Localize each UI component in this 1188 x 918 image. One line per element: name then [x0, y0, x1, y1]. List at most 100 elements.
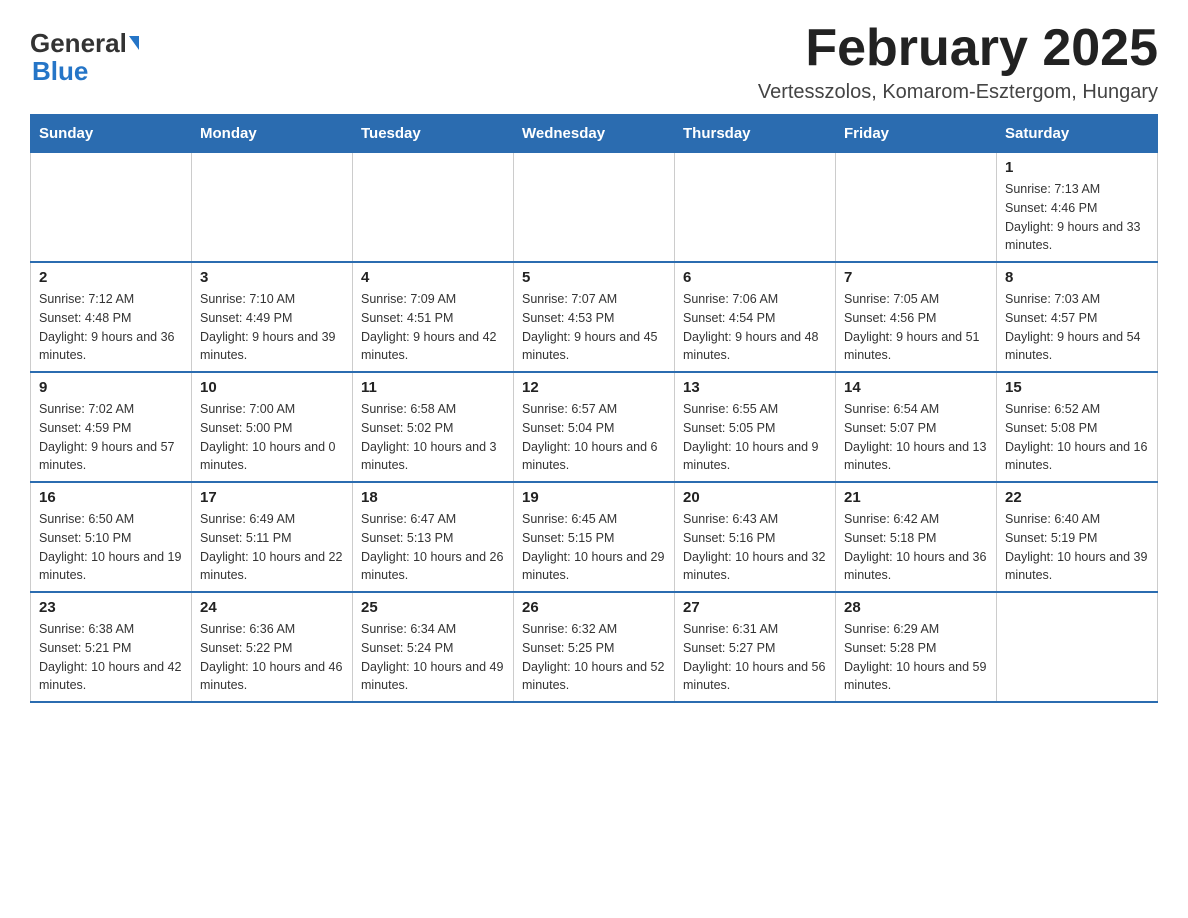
calendar-cell	[675, 153, 836, 263]
logo: General Blue	[30, 30, 139, 87]
day-number: 3	[200, 269, 344, 286]
day-number: 27	[683, 599, 827, 616]
day-info: Sunrise: 6:43 AMSunset: 5:16 PMDaylight:…	[683, 510, 827, 585]
calendar-cell	[353, 153, 514, 263]
day-info: Sunrise: 7:12 AMSunset: 4:48 PMDaylight:…	[39, 290, 183, 365]
calendar-cell: 3Sunrise: 7:10 AMSunset: 4:49 PMDaylight…	[192, 262, 353, 372]
day-info: Sunrise: 7:02 AMSunset: 4:59 PMDaylight:…	[39, 400, 183, 475]
calendar-header: SundayMondayTuesdayWednesdayThursdayFrid…	[31, 115, 1158, 153]
day-number: 2	[39, 269, 183, 286]
calendar-cell: 19 Sunrise: 6:45 AMSunset: 5:15 PMDayligh…	[514, 482, 675, 592]
calendar-cell: 20 Sunrise: 6:43 AMSunset: 5:16 PMDayligh…	[675, 482, 836, 592]
day-number: 4	[361, 269, 505, 286]
calendar-cell: 22Sunrise: 6:40 AMSunset: 5:19 PMDayligh…	[997, 482, 1158, 592]
day-info: Sunrise: 6:52 AMSunset: 5:08 PMDaylight:…	[1005, 400, 1149, 475]
calendar-cell: 21 Sunrise: 6:42 AMSunset: 5:18 PMDayligh…	[836, 482, 997, 592]
day-number: 25	[361, 599, 505, 616]
day-header-saturday: Saturday	[997, 115, 1158, 153]
day-info: Sunrise: 6:34 AMSunset: 5:24 PMDaylight:…	[361, 620, 505, 695]
day-info: Sunrise: 7:07 AMSunset: 4:53 PMDaylight:…	[522, 290, 666, 365]
week-row-4: 16 Sunrise: 6:50 AMSunset: 5:10 PMDayligh…	[31, 482, 1158, 592]
calendar-cell: 13 Sunrise: 6:55 AMSunset: 5:05 PMDayligh…	[675, 372, 836, 482]
day-info: Sunrise: 6:45 AMSunset: 5:15 PMDaylight:…	[522, 510, 666, 585]
day-number: 20	[683, 489, 827, 506]
calendar-cell	[997, 592, 1158, 702]
day-info: Sunrise: 6:42 AMSunset: 5:18 PMDaylight:…	[844, 510, 988, 585]
calendar-cell: 11 Sunrise: 6:58 AMSunset: 5:02 PMDayligh…	[353, 372, 514, 482]
calendar-cell: 15 Sunrise: 6:52 AMSunset: 5:08 PMDayligh…	[997, 372, 1158, 482]
day-number: 8	[1005, 269, 1149, 286]
day-info: Sunrise: 6:36 AMSunset: 5:22 PMDaylight:…	[200, 620, 344, 695]
day-info: Sunrise: 6:58 AMSunset: 5:02 PMDaylight:…	[361, 400, 505, 475]
week-row-5: 23Sunrise: 6:38 AMSunset: 5:21 PMDayligh…	[31, 592, 1158, 702]
day-info: Sunrise: 6:29 AMSunset: 5:28 PMDaylight:…	[844, 620, 988, 695]
day-info: Sunrise: 6:49 AMSunset: 5:11 PMDaylight:…	[200, 510, 344, 585]
calendar-cell: 1 Sunrise: 7:13 AMSunset: 4:46 PMDaylight…	[997, 153, 1158, 263]
calendar-title: February 2025	[758, 20, 1158, 77]
day-number: 12	[522, 379, 666, 396]
day-header-tuesday: Tuesday	[353, 115, 514, 153]
day-info: Sunrise: 6:38 AMSunset: 5:21 PMDaylight:…	[39, 620, 183, 695]
day-number: 14	[844, 379, 988, 396]
day-number: 7	[844, 269, 988, 286]
calendar-cell: 4 Sunrise: 7:09 AMSunset: 4:51 PMDaylight…	[353, 262, 514, 372]
logo-arrow-icon	[129, 36, 139, 50]
day-info: Sunrise: 7:00 AMSunset: 5:00 PMDaylight:…	[200, 400, 344, 475]
day-number: 5	[522, 269, 666, 286]
calendar-table: SundayMondayTuesdayWednesdayThursdayFrid…	[30, 114, 1158, 703]
week-row-1: 1 Sunrise: 7:13 AMSunset: 4:46 PMDaylight…	[31, 153, 1158, 263]
day-header-thursday: Thursday	[675, 115, 836, 153]
day-number: 15	[1005, 379, 1149, 396]
day-info: Sunrise: 6:31 AMSunset: 5:27 PMDaylight:…	[683, 620, 827, 695]
day-number: 10	[200, 379, 344, 396]
calendar-cell: 17 Sunrise: 6:49 AMSunset: 5:11 PMDayligh…	[192, 482, 353, 592]
day-info: Sunrise: 6:40 AMSunset: 5:19 PMDaylight:…	[1005, 510, 1149, 585]
day-number: 26	[522, 599, 666, 616]
day-info: Sunrise: 7:13 AMSunset: 4:46 PMDaylight:…	[1005, 180, 1149, 255]
day-number: 9	[39, 379, 183, 396]
day-info: Sunrise: 7:09 AMSunset: 4:51 PMDaylight:…	[361, 290, 505, 365]
day-header-monday: Monday	[192, 115, 353, 153]
calendar-cell	[514, 153, 675, 263]
calendar-cell: 9 Sunrise: 7:02 AMSunset: 4:59 PMDaylight…	[31, 372, 192, 482]
calendar-cell: 10 Sunrise: 7:00 AMSunset: 5:00 PMDayligh…	[192, 372, 353, 482]
day-header-sunday: Sunday	[31, 115, 192, 153]
day-number: 11	[361, 379, 505, 396]
day-info: Sunrise: 6:54 AMSunset: 5:07 PMDaylight:…	[844, 400, 988, 475]
day-info: Sunrise: 7:05 AMSunset: 4:56 PMDaylight:…	[844, 290, 988, 365]
day-header-row: SundayMondayTuesdayWednesdayThursdayFrid…	[31, 115, 1158, 153]
calendar-cell: 16 Sunrise: 6:50 AMSunset: 5:10 PMDayligh…	[31, 482, 192, 592]
day-header-wednesday: Wednesday	[514, 115, 675, 153]
calendar-cell: 26Sunrise: 6:32 AMSunset: 5:25 PMDayligh…	[514, 592, 675, 702]
calendar-body: 1 Sunrise: 7:13 AMSunset: 4:46 PMDaylight…	[31, 153, 1158, 703]
day-info: Sunrise: 6:57 AMSunset: 5:04 PMDaylight:…	[522, 400, 666, 475]
day-number: 1	[1005, 159, 1149, 176]
day-info: Sunrise: 6:50 AMSunset: 5:10 PMDaylight:…	[39, 510, 183, 585]
day-info: Sunrise: 7:03 AMSunset: 4:57 PMDaylight:…	[1005, 290, 1149, 365]
calendar-cell: 2 Sunrise: 7:12 AMSunset: 4:48 PMDaylight…	[31, 262, 192, 372]
calendar-cell	[836, 153, 997, 263]
calendar-cell: 24 Sunrise: 6:36 AMSunset: 5:22 PMDayligh…	[192, 592, 353, 702]
day-number: 19	[522, 489, 666, 506]
calendar-cell: 23Sunrise: 6:38 AMSunset: 5:21 PMDayligh…	[31, 592, 192, 702]
day-info: Sunrise: 7:06 AMSunset: 4:54 PMDaylight:…	[683, 290, 827, 365]
day-number: 24	[200, 599, 344, 616]
logo-blue-text: Blue	[32, 56, 88, 87]
day-number: 21	[844, 489, 988, 506]
day-number: 13	[683, 379, 827, 396]
calendar-subtitle: Vertesszolos, Komarom-Esztergom, Hungary	[758, 81, 1158, 104]
calendar-cell: 14 Sunrise: 6:54 AMSunset: 5:07 PMDayligh…	[836, 372, 997, 482]
calendar-cell: 27 Sunrise: 6:31 AMSunset: 5:27 PMDayligh…	[675, 592, 836, 702]
day-number: 6	[683, 269, 827, 286]
calendar-cell: 7 Sunrise: 7:05 AMSunset: 4:56 PMDaylight…	[836, 262, 997, 372]
calendar-cell	[192, 153, 353, 263]
calendar-cell: 18Sunrise: 6:47 AMSunset: 5:13 PMDayligh…	[353, 482, 514, 592]
calendar-cell: 8 Sunrise: 7:03 AMSunset: 4:57 PMDaylight…	[997, 262, 1158, 372]
day-number: 16	[39, 489, 183, 506]
week-row-2: 2 Sunrise: 7:12 AMSunset: 4:48 PMDaylight…	[31, 262, 1158, 372]
calendar-cell: 12 Sunrise: 6:57 AMSunset: 5:04 PMDayligh…	[514, 372, 675, 482]
calendar-cell: 28Sunrise: 6:29 AMSunset: 5:28 PMDayligh…	[836, 592, 997, 702]
calendar-cell	[31, 153, 192, 263]
day-number: 17	[200, 489, 344, 506]
day-info: Sunrise: 6:55 AMSunset: 5:05 PMDaylight:…	[683, 400, 827, 475]
